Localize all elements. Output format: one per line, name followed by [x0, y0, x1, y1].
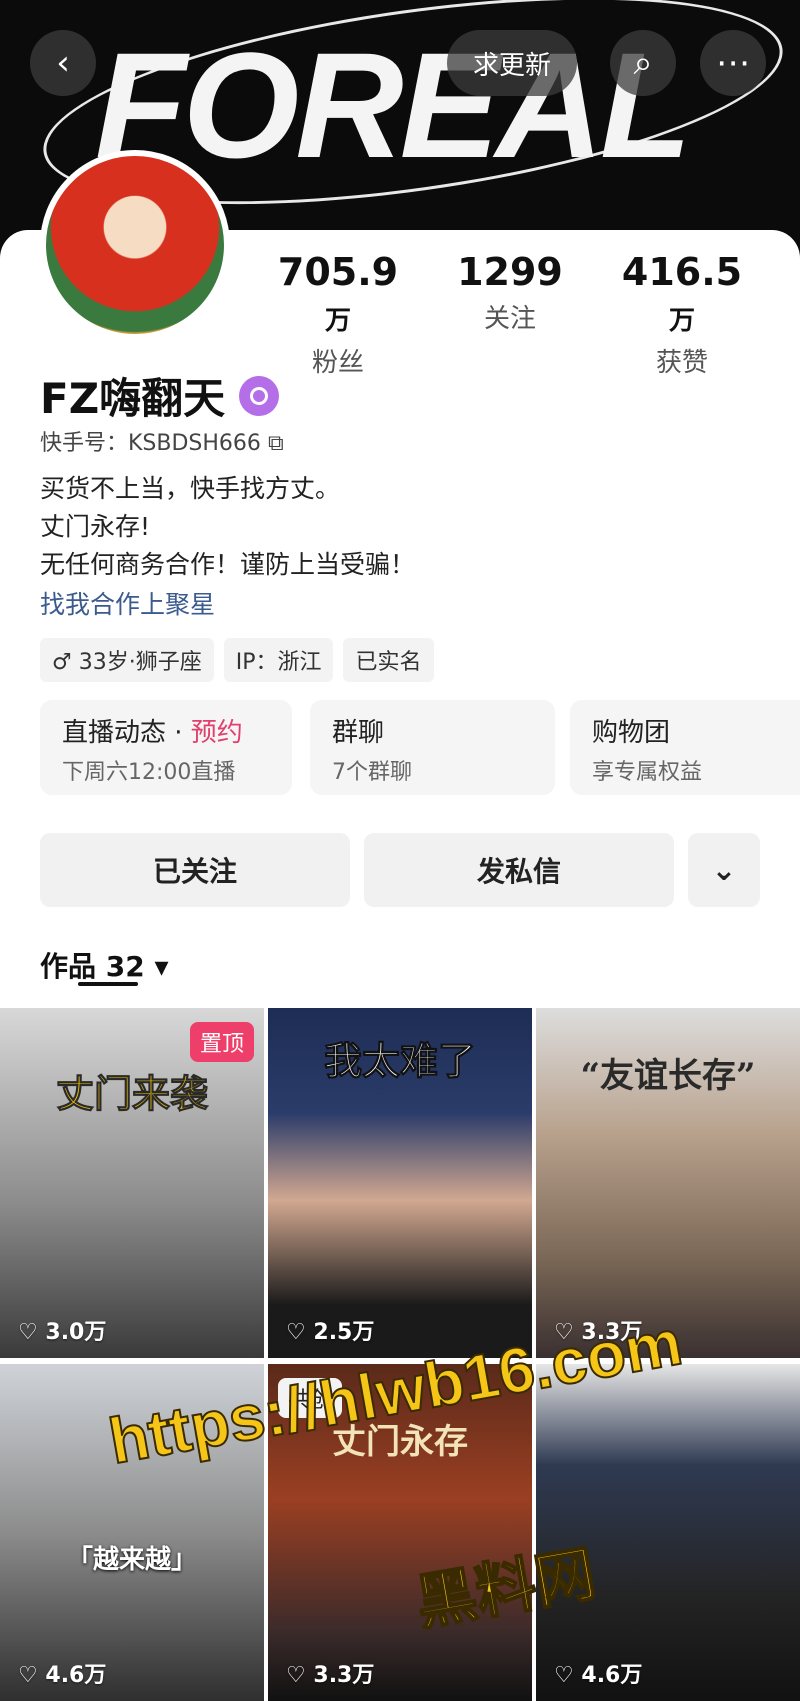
shopping-group-sub: 享专属权益 [592, 760, 703, 785]
profile-name-text: FZ嗨翻天 [40, 374, 226, 423]
tag-ip: IP：浙江 [223, 638, 334, 682]
live-schedule-sub: 下周六12:00直播 [62, 760, 236, 785]
banner-title: FOREAL [95, 21, 692, 189]
bio-line: 无任何商务合作！谨防上当受骗！ [40, 550, 416, 579]
works-tab[interactable]: 作品 32 ▾ [40, 945, 169, 985]
group-chat-card[interactable]: 群聊 7个群聊 [310, 700, 555, 795]
stat-value: 705.9万 [277, 250, 399, 336]
stat-likes[interactable]: 416.5万 获赞 [612, 250, 752, 379]
video-likes: ♡ 3.0万 [18, 1320, 107, 1345]
stat-label: 关注 [483, 304, 536, 334]
reserve-label: 预约 [190, 718, 243, 748]
profile-name: FZ嗨翻天 [40, 365, 280, 426]
request-update-button[interactable]: 求更新 [447, 30, 577, 96]
video-likes: ♡ 3.3万 [286, 1663, 375, 1688]
video-caption: 「越来越」 [66, 1545, 197, 1575]
video-likes: ♡ 4.6万 [554, 1663, 643, 1688]
profile-tags: ♂ 33岁·狮子座 IP：浙江 已实名 [40, 638, 434, 682]
group-chat-title: 群聊 [332, 718, 385, 748]
stat-followers[interactable]: 705.9万 粉丝 [268, 250, 408, 379]
works-tab-underline [78, 982, 138, 986]
stat-value: 1299 [457, 250, 563, 294]
pinned-badge: 置顶 [189, 1022, 254, 1062]
tag-age: ♂ 33岁·狮子座 [40, 638, 214, 682]
kuaishou-id-text: 快手号：KSBDSH666 [40, 431, 261, 456]
tag-verified: 已实名 [343, 638, 434, 682]
shopping-group-title: 购物团 [592, 718, 671, 748]
chevron-down-icon[interactable]: ⌄ [688, 833, 760, 907]
avatar[interactable] [40, 150, 230, 340]
back-icon[interactable]: ‹ [30, 30, 96, 96]
video-likes: ♡ 4.6万 [18, 1663, 107, 1688]
shopping-group-card[interactable]: 购物团 享专属权益 [570, 700, 800, 795]
followed-button[interactable]: 已关注 [40, 833, 350, 907]
avatar-face [104, 196, 166, 258]
bio-line: 丈门永存! [40, 512, 151, 541]
stat-label: 获赞 [655, 348, 708, 378]
more-icon[interactable]: ⋯ [700, 30, 766, 96]
verified-icon [239, 375, 280, 416]
live-schedule-title: 直播动态 · 预约 [62, 718, 243, 748]
video-caption: 丈门来袭 [55, 1071, 208, 1117]
video-caption: 我太难了 [323, 1038, 476, 1084]
video-likes: ♡ 2.5万 [286, 1320, 375, 1345]
group-chat-sub: 7个群聊 [332, 760, 412, 785]
video-thumb[interactable]: 丈门来袭 置顶 ♡ 3.0万 [0, 1008, 264, 1358]
live-schedule-card[interactable]: 直播动态 · 预约 下周六12:00直播 [40, 700, 292, 795]
stat-value: 416.5万 [621, 250, 743, 336]
video-thumb[interactable]: 我太难了 ♡ 2.5万 [268, 1008, 532, 1358]
search-icon[interactable]: ⌕ [610, 30, 676, 96]
bio-line: 买货不上当，快手找方丈。 [40, 474, 341, 503]
copy-icon[interactable]: ⧉ [268, 431, 284, 456]
video-caption: “友谊长存” [580, 1056, 756, 1096]
stat-label: 粉丝 [311, 348, 364, 378]
kuaishou-id[interactable]: 快手号：KSBDSH666 ⧉ [40, 425, 284, 457]
cooperation-link[interactable]: 找我合作上聚星 [40, 585, 215, 621]
stat-following[interactable]: 1299 关注 [440, 250, 580, 335]
profile-bio: 买货不上当，快手找方丈。 丈门永存! 无任何商务合作！谨防上当受骗！ [40, 470, 415, 584]
message-button[interactable]: 发私信 [364, 833, 674, 907]
